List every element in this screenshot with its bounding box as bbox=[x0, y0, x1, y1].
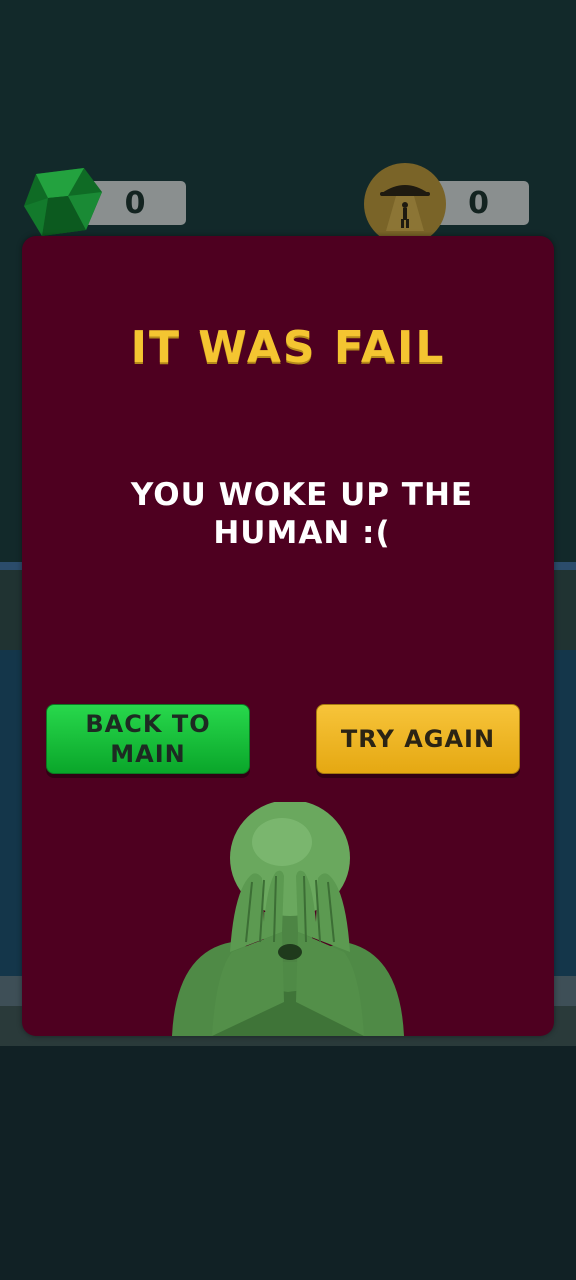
fail-modal: IT WAS FAIL YOU WOKE UP THE HUMAN :( BAC… bbox=[22, 236, 554, 1036]
try-again-label: TRY AGAIN bbox=[340, 725, 496, 753]
abduction-count: 0 bbox=[468, 185, 489, 221]
modal-title: IT WAS FAIL bbox=[130, 322, 446, 373]
back-to-main-button[interactable]: BACK TO MAIN bbox=[46, 704, 250, 774]
gem-count: 0 bbox=[124, 185, 146, 221]
game-scene-bottom bbox=[0, 1046, 576, 1280]
fail-message: YOU WOKE UP THE HUMAN :( bbox=[130, 477, 474, 551]
emerald-gem-icon bbox=[22, 166, 104, 238]
ufo-abduction-icon bbox=[364, 163, 446, 245]
back-to-main-label: BACK TO MAIN bbox=[85, 710, 211, 768]
alien-covering-face-image bbox=[172, 800, 404, 1036]
try-again-button[interactable]: TRY AGAIN bbox=[316, 704, 520, 774]
